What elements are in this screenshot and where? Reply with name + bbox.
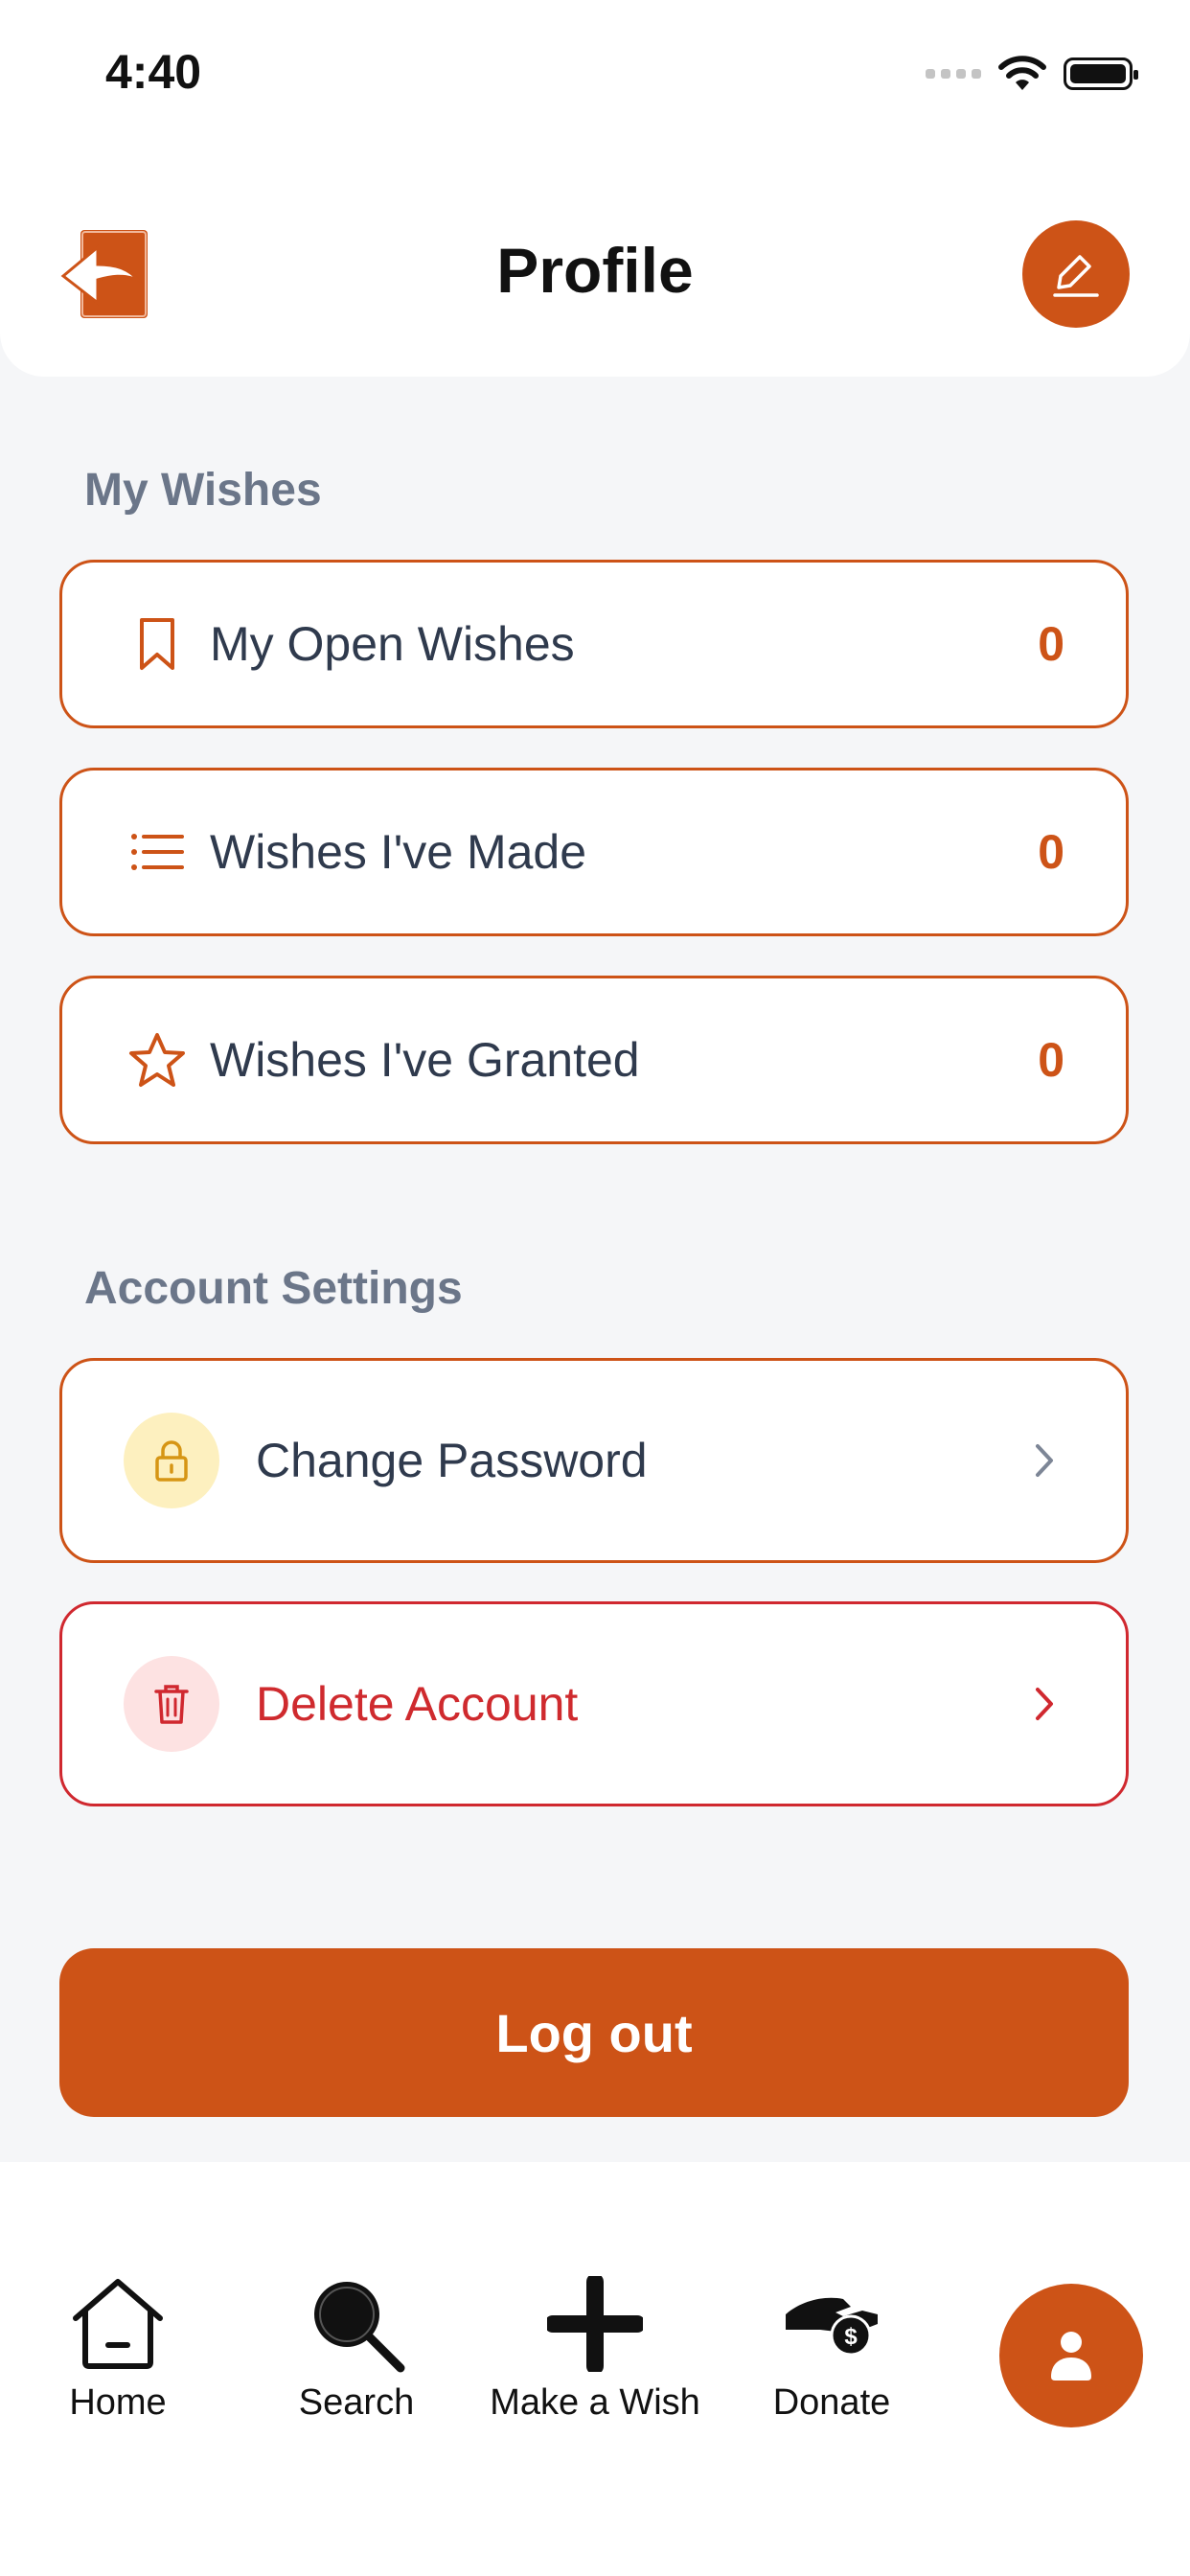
tab-label: Make a Wish [490, 2382, 700, 2423]
wish-item-count: 0 [1038, 617, 1064, 671]
tab-label: Home [69, 2382, 167, 2423]
status-icons [926, 56, 1138, 92]
svg-text:$: $ [844, 2324, 858, 2350]
setting-label: Delete Account [256, 1677, 579, 1731]
tab-make-a-wish[interactable]: Make a Wish [480, 2271, 710, 2424]
plus-icon [547, 2276, 643, 2372]
logout-button[interactable]: Log out [59, 1948, 1129, 2117]
wishes-made-card[interactable]: Wishes I've Made 0 [59, 768, 1129, 936]
tab-profile[interactable] [999, 2284, 1143, 2427]
cellular-signal-icon [926, 69, 981, 79]
lock-icon-badge [124, 1413, 219, 1508]
tab-donate[interactable]: $ Donate [717, 2271, 947, 2424]
trash-icon-badge [124, 1656, 219, 1752]
wifi-icon [998, 56, 1046, 90]
delete-account-card[interactable]: Delete Account [59, 1601, 1129, 1806]
change-password-card[interactable]: Change Password [59, 1358, 1129, 1563]
star-icon [129, 1033, 185, 1087]
account-settings-heading: Account Settings [84, 1263, 463, 1314]
header-bar: 4:40 Profile [0, 0, 1190, 377]
my-wishes-heading: My Wishes [84, 465, 322, 516]
trash-icon [154, 1685, 189, 1724]
tab-label: Search [298, 2382, 415, 2423]
home-icon [73, 2279, 163, 2369]
donate-icon: $ [786, 2297, 878, 2357]
battery-icon [1064, 58, 1138, 90]
bookmark-icon [140, 618, 174, 670]
tab-label: Donate [772, 2382, 891, 2423]
my-open-wishes-card[interactable]: My Open Wishes 0 [59, 560, 1129, 728]
tab-home[interactable]: Home [3, 2271, 233, 2424]
status-time: 4:40 [105, 45, 202, 99]
wish-item-label: Wishes I've Made [210, 825, 587, 879]
wish-item-label: Wishes I've Granted [210, 1033, 640, 1087]
setting-label: Change Password [256, 1434, 648, 1487]
wishes-granted-card[interactable]: Wishes I've Granted 0 [59, 976, 1129, 1144]
tab-search[interactable]: Search [241, 2271, 471, 2424]
pencil-icon [1053, 255, 1099, 297]
lock-icon [155, 1440, 188, 1482]
chevron-right-icon [1036, 1444, 1053, 1477]
wish-item-label: My Open Wishes [210, 617, 575, 671]
list-icon [131, 834, 184, 870]
edit-profile-button[interactable] [1022, 220, 1130, 328]
wish-item-count: 0 [1038, 1033, 1064, 1087]
page-title: Profile [496, 235, 694, 306]
profile-icon [1051, 2332, 1091, 2380]
search-icon [314, 2282, 405, 2373]
wish-item-count: 0 [1038, 825, 1064, 879]
chevron-right-icon [1036, 1688, 1053, 1720]
